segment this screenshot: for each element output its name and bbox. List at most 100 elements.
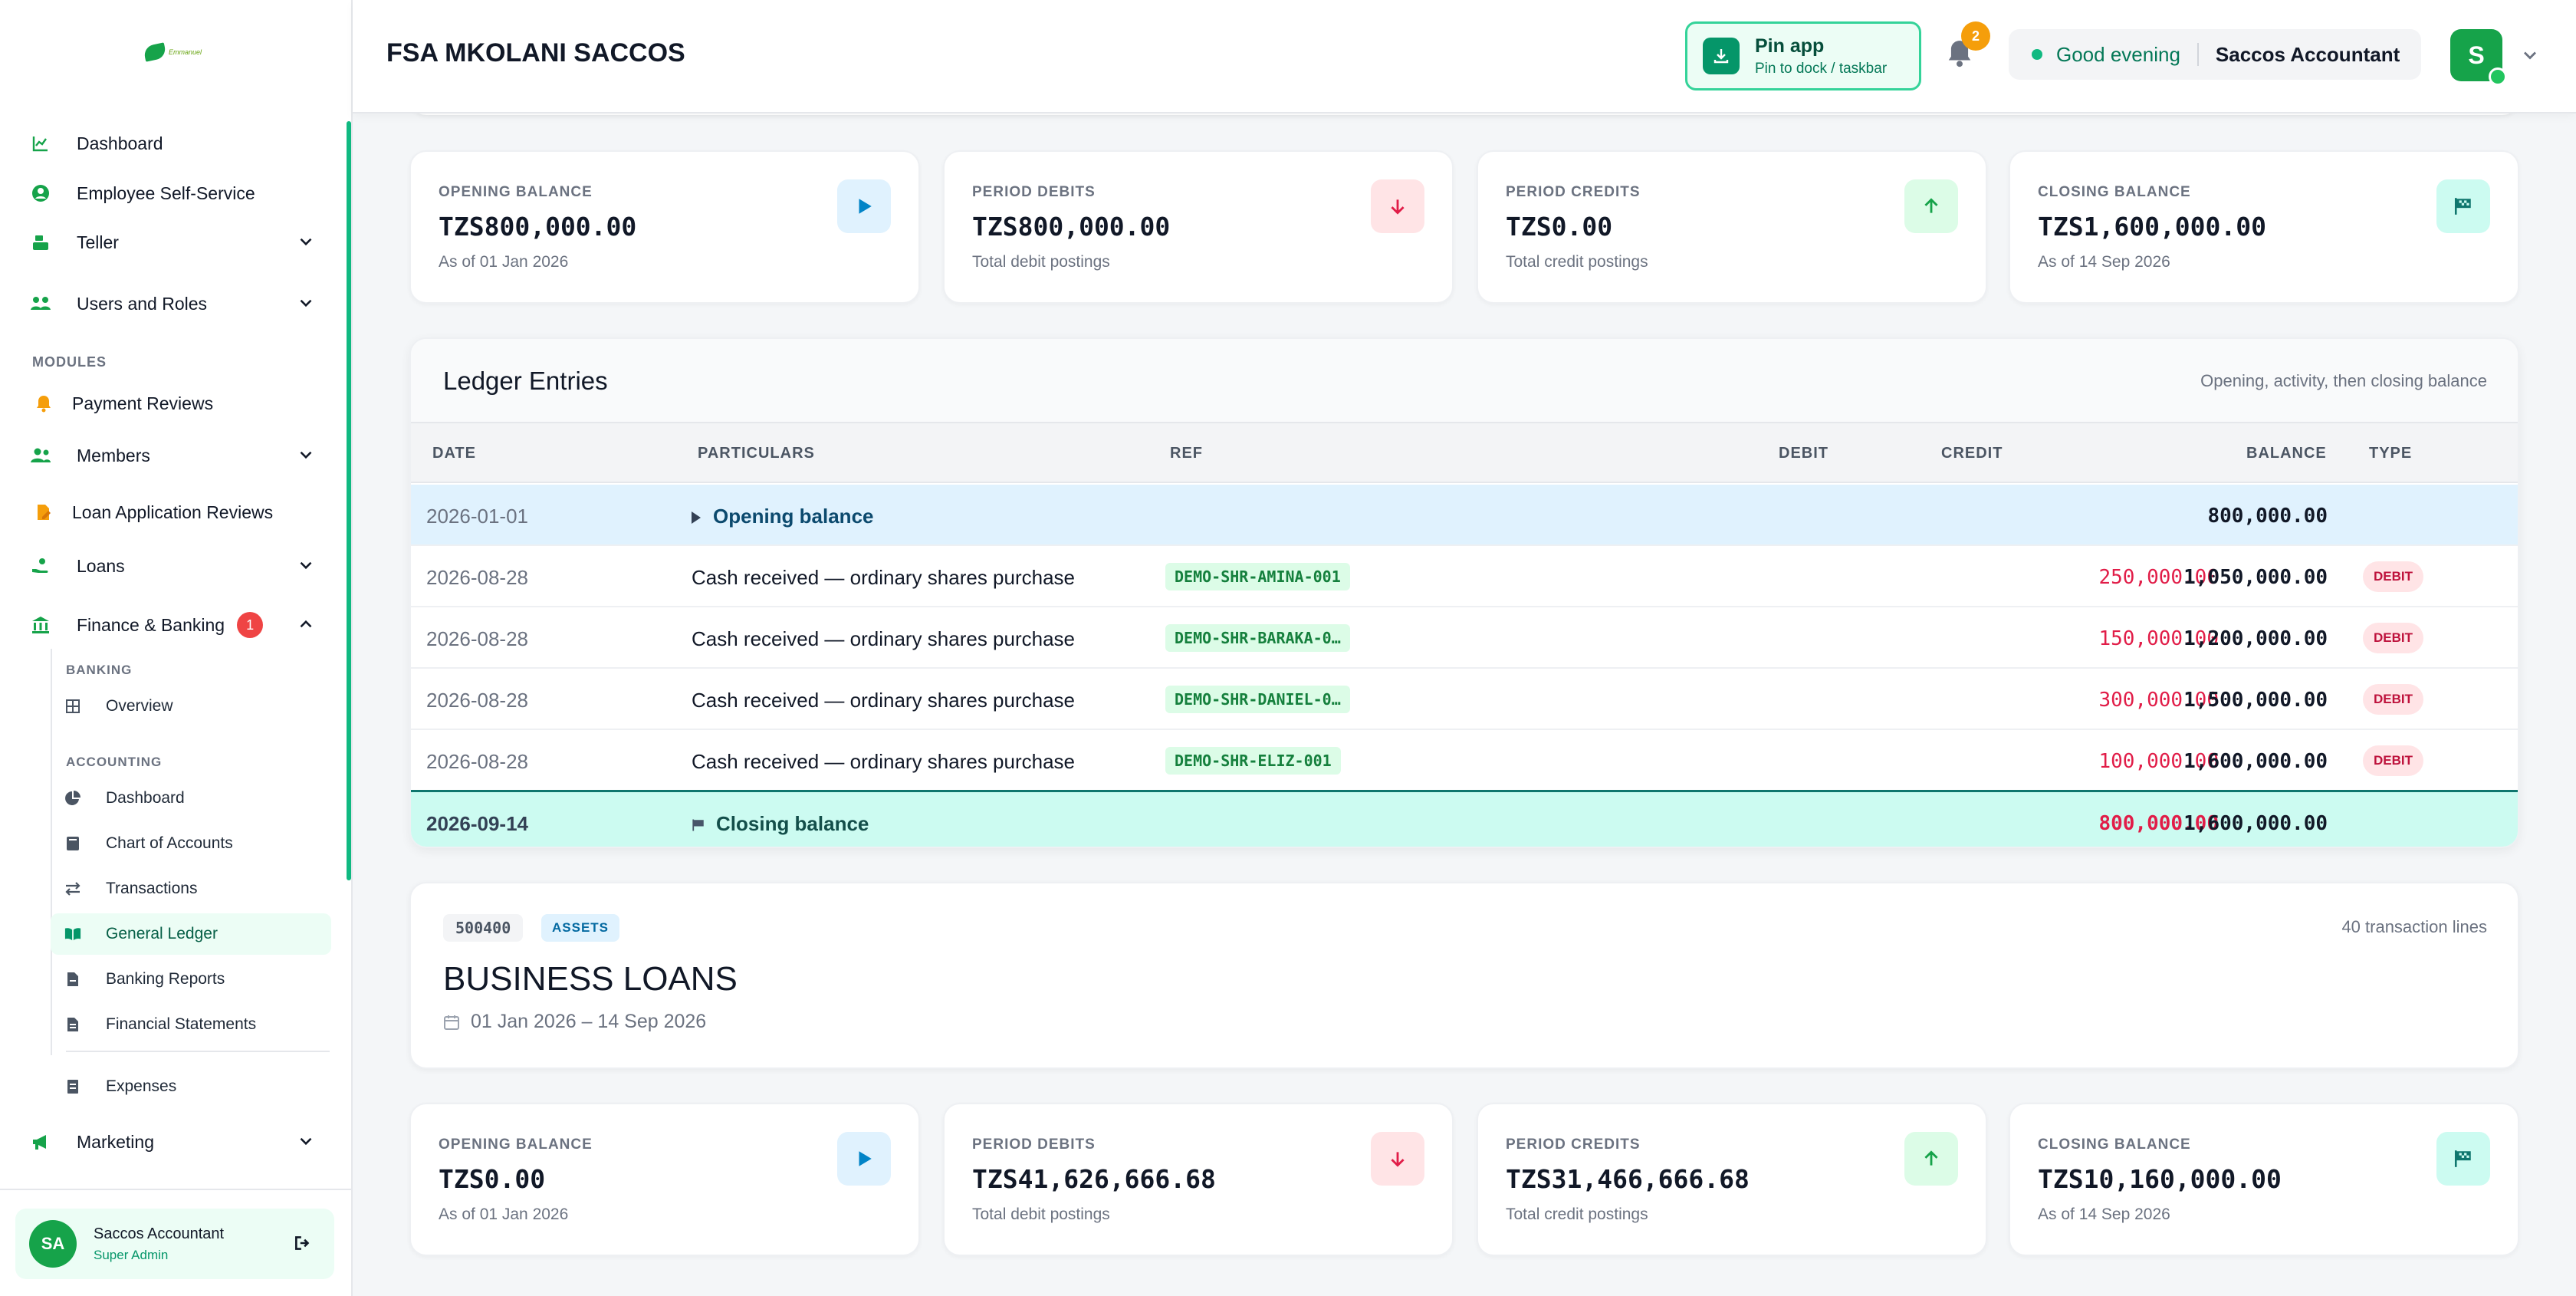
bank-icon [31, 615, 51, 635]
avatar: SA [29, 1220, 77, 1268]
col-balance[interactable]: BALANCE [2246, 445, 2327, 462]
page-title: FSA MKOLANI SACCOS [386, 38, 685, 67]
col-credit[interactable]: CREDIT [1941, 445, 2003, 462]
closing-balance-card: CLOSING BALANCE TZS1,600,000.00 As of 14… [2009, 150, 2519, 304]
col-ref[interactable]: REF [1170, 445, 1203, 462]
account-category-badge: ASSETS [541, 914, 620, 942]
grid-icon [64, 698, 81, 715]
type-badge: DEBIT [2363, 745, 2423, 776]
sidebar-item-marketing[interactable]: Marketing [31, 1120, 330, 1163]
opening-balance-row[interactable]: 2026-01-01 Opening balance 800,000.00 [411, 485, 2518, 546]
table-row[interactable]: 2026-08-28 Cash received — ordinary shar… [411, 546, 2518, 607]
col-type[interactable]: TYPE [2369, 445, 2412, 462]
chevron-up-icon[interactable] [296, 614, 316, 634]
chevron-down-icon[interactable] [296, 445, 316, 465]
chevron-down-icon[interactable] [2519, 44, 2541, 66]
col-date[interactable]: DATE [432, 445, 476, 462]
sidebar-item-dashboard[interactable]: Dashboard [31, 122, 330, 165]
user-role: Super Admin [94, 1247, 169, 1262]
sidebar-divider [0, 1189, 351, 1190]
closing-balance-row[interactable]: 2026-09-14 Closing balance 800,000.00 1,… [411, 790, 2518, 847]
file-report-icon [64, 971, 81, 988]
book-icon [64, 835, 81, 852]
sidebar-item-loans[interactable]: Loans [31, 544, 330, 587]
pin-app-button[interactable]: Pin app Pin to dock / taskbar [1685, 21, 1921, 90]
period-credits-card: PERIOD CREDITS TZS31,466,666.68 Total cr… [1477, 1103, 1987, 1256]
opening-balance-card: OPENING BALANCE TZS0.00 As of 01 Jan 202… [409, 1103, 920, 1256]
ledger-hint: Opening, activity, then closing balance [2200, 371, 2487, 390]
submenu-divider [66, 1051, 330, 1052]
chevron-down-icon[interactable] [296, 555, 316, 575]
online-indicator [2489, 67, 2507, 86]
transaction-count: 40 transaction lines [2341, 917, 2487, 936]
sidebar-item-users-and-roles[interactable]: Users and Roles [31, 282, 330, 325]
period-debits-card: PERIOD DEBITS TZS41,626,666.68 Total deb… [943, 1103, 1454, 1256]
sidebar-item-financial-statements[interactable]: Financial Statements [51, 1004, 331, 1045]
col-debit[interactable]: DEBIT [1779, 445, 1829, 462]
flag-icon [692, 814, 705, 837]
sidebar-item-general-ledger[interactable]: General Ledger [51, 913, 331, 955]
col-particulars[interactable]: PARTICULARS [698, 445, 815, 462]
greeting-pill: Good evening Saccos Accountant [2009, 29, 2421, 80]
chevron-down-icon[interactable] [296, 232, 316, 252]
ledger-entries-card: Ledger Entries Opening, activity, then c… [409, 337, 2519, 848]
file-signature-icon [34, 502, 54, 522]
pie-chart-icon [64, 790, 81, 807]
ref-badge[interactable]: DEMO-SHR-BARAKA-0… [1165, 624, 1350, 652]
sidebar-item-accounting-dashboard[interactable]: Dashboard [51, 778, 331, 819]
users-icon [31, 294, 51, 314]
logout-icon[interactable] [293, 1233, 314, 1255]
sidebar-item-banking-reports[interactable]: Banking Reports [51, 959, 331, 1000]
user-avatar-button[interactable]: S [2450, 29, 2507, 86]
sidebar-item-employee-self-service[interactable]: Employee Self-Service [31, 172, 330, 215]
top-header: FSA MKOLANI SACCOS Pin app Pin to dock /… [353, 0, 2576, 113]
accounting-section-label: ACCOUNTING [66, 755, 163, 769]
type-badge: DEBIT [2363, 561, 2423, 592]
ref-badge[interactable]: DEMO-SHR-ELIZ-001 [1165, 747, 1341, 775]
type-badge: DEBIT [2363, 684, 2423, 715]
sidebar-item-banking-overview[interactable]: Overview [51, 686, 331, 727]
sidebar-item-expenses[interactable]: Expenses [51, 1066, 331, 1107]
opening-balance-card: OPENING BALANCE TZS800,000.00 As of 01 J… [409, 150, 920, 304]
table-row[interactable]: 2026-08-28 Cash received — ordinary shar… [411, 607, 2518, 669]
sidebar-item-chart-of-accounts[interactable]: Chart of Accounts [51, 823, 331, 864]
download-icon [1703, 38, 1740, 74]
arrow-up-icon [1904, 179, 1958, 233]
sidebar-item-teller[interactable]: Teller [31, 221, 330, 264]
sidebar-scrollbar[interactable] [347, 121, 351, 880]
ledger-title: Ledger Entries [443, 367, 608, 395]
ref-badge[interactable]: DEMO-SHR-AMINA-001 [1165, 563, 1350, 590]
play-icon [692, 511, 701, 525]
arrows-exchange-icon [64, 880, 81, 897]
account-name: BUSINESS LOANS [443, 960, 738, 998]
notification-count-badge: 2 [1961, 21, 1990, 51]
bell-icon [34, 393, 54, 413]
chevron-down-icon[interactable] [296, 1131, 316, 1151]
play-icon [837, 1132, 891, 1186]
arrow-down-icon [1371, 179, 1424, 233]
sidebar-item-loan-application-reviews[interactable]: Loan Application Reviews [34, 491, 333, 534]
modules-section-label: MODULES [32, 354, 107, 370]
cash-register-icon [31, 232, 51, 252]
table-row[interactable]: 2026-08-28 Cash received — ordinary shar… [411, 730, 2518, 791]
sidebar-item-finance-banking[interactable]: Finance & Banking 1 [31, 604, 330, 646]
bullhorn-icon [31, 1132, 51, 1152]
receipt-icon [64, 1078, 81, 1095]
user-name: Saccos Accountant [94, 1225, 225, 1242]
ledger-table-header: DATE PARTICULARS REF DEBIT CREDIT BALANC… [411, 422, 2518, 483]
users-icon [31, 446, 51, 465]
ref-badge[interactable]: DEMO-SHR-DANIEL-0… [1165, 686, 1350, 713]
arrow-down-icon [1371, 1132, 1424, 1186]
table-row[interactable]: 2026-08-28 Cash received — ordinary shar… [411, 669, 2518, 730]
period-debits-card: PERIOD DEBITS TZS800,000.00 Total debit … [943, 150, 1454, 304]
brand-logo[interactable]: Emmanuel [143, 38, 209, 66]
sidebar-user-card[interactable]: SA Saccos Accountant Super Admin [15, 1209, 334, 1279]
chevron-down-icon[interactable] [296, 293, 316, 313]
user-circle-icon [31, 183, 51, 203]
account-code-badge: 500400 [443, 914, 524, 942]
calendar-icon [443, 1014, 460, 1031]
sidebar-item-payment-reviews[interactable]: Payment Reviews [34, 382, 333, 425]
flag-checkered-icon [2436, 179, 2490, 233]
sidebar-item-transactions[interactable]: Transactions [51, 868, 331, 910]
sidebar-item-members[interactable]: Members [31, 434, 330, 477]
